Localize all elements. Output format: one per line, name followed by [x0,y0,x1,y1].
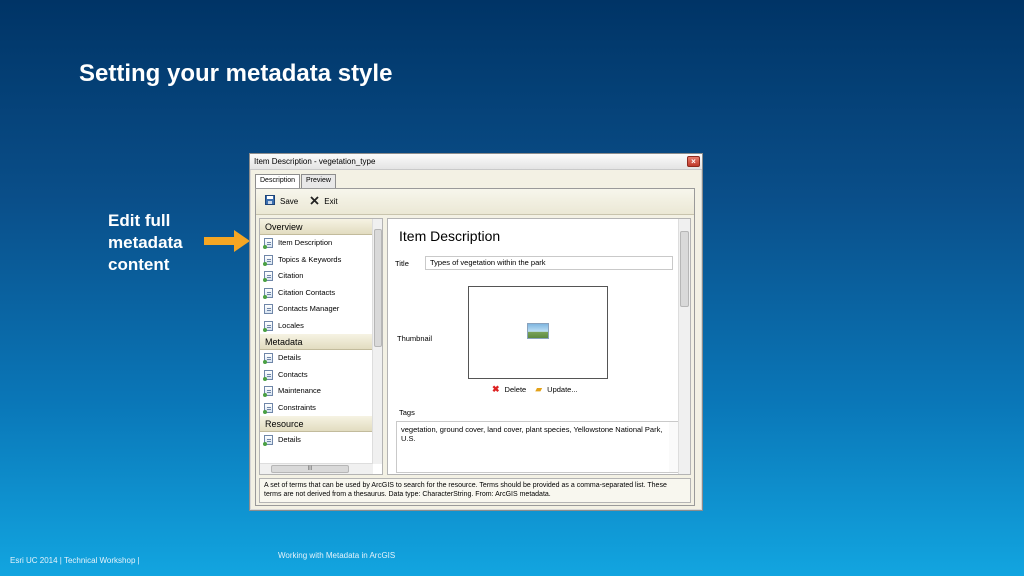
nav-item-contacts[interactable]: Contacts [260,367,373,384]
page-icon [263,271,273,283]
exit-button[interactable]: Exit [310,195,338,208]
page-icon [263,353,273,365]
delete-icon: ✖ [492,384,500,394]
toolbar: Save Exit [256,189,694,215]
nav-item-resource-details[interactable]: Details [260,432,373,449]
nav-item-label: Contacts Manager [278,304,340,314]
nav-item-topics-keywords[interactable]: Topics & Keywords [260,252,373,269]
arrow-right-icon [204,230,250,252]
tab-bar: Description Preview [255,174,337,189]
save-button[interactable]: Save [265,195,298,208]
nav-section-resource[interactable]: Resource [260,416,373,432]
tab-description[interactable]: Description [255,174,301,189]
slide-title: Setting your metadata style [79,60,393,87]
nav-item-label: Item Description [278,238,333,248]
scroll-thumb[interactable] [680,231,689,307]
save-label: Save [280,197,299,206]
content-pane: Item Description Title Types of vegetati… [387,218,691,475]
nav-item-label: Constraints [278,402,316,412]
nav-item-label: Citation Contacts [278,287,336,297]
nav-pane: Overview Item Description Topics & Keywo… [259,218,383,475]
thumbnail-image-icon [527,323,549,339]
scroll-thumb[interactable]: III [271,465,349,473]
close-button[interactable]: × [687,156,700,167]
nav-item-label: Topics & Keywords [278,254,342,264]
nav-item-metadata-details[interactable]: Details [260,350,373,367]
tags-text: vegetation, ground cover, land cover, pl… [401,425,663,443]
nav-item-label: Citation [278,271,304,281]
nav-item-locales[interactable]: Locales [260,318,373,335]
scroll-thumb[interactable] [374,229,382,347]
nav-item-label: Contacts [278,369,308,379]
page-icon [263,254,273,266]
page-icon [263,238,273,250]
window-titlebar: Item Description - vegetation_type × [250,154,702,170]
delete-button[interactable]: ✖ Delete [492,384,526,395]
delete-label: Delete [504,385,527,394]
nav-item-label: Details [278,353,301,363]
nav-item-label: Details [278,435,301,445]
field-description-bar: A set of terms that can be used by ArcGI… [259,478,691,503]
page-icon [263,369,273,381]
title-label: Title [395,259,409,268]
save-icon [265,195,275,208]
tab-preview[interactable]: Preview [301,174,336,188]
page-icon [263,386,273,398]
nav-vertical-scrollbar[interactable] [372,219,382,464]
nav-item-contacts-manager[interactable]: Contacts Manager [260,301,373,318]
thumbnail-label: Thumbnail [397,334,433,343]
thumbnail-frame[interactable] [468,286,608,379]
metadata-editor-window: Item Description - vegetation_type × Des… [249,153,703,511]
exit-label: Exit [324,197,338,206]
update-label: Update... [547,385,578,394]
footer-left: Esri UC 2014 | Technical Workshop | [10,556,140,565]
item-description-heading: Item Description [399,228,501,244]
page-icon [264,304,273,315]
nav-item-citation-contacts[interactable]: Citation Contacts [260,285,373,302]
nav-item-maintenance[interactable]: Maintenance [260,383,373,400]
content-vertical-scrollbar[interactable] [678,219,690,474]
thumbnail-actions: ✖ Delete ▰ Update... [492,384,587,395]
folder-icon: ▰ [535,384,543,394]
update-button[interactable]: ▰ Update... [535,384,577,395]
tab-panel: Save Exit Overview Item Description Topi… [255,188,695,506]
nav-section-overview[interactable]: Overview [260,219,373,235]
exit-x-icon [310,195,319,208]
nav-item-citation[interactable]: Citation [260,268,373,285]
footer-center: Working with Metadata in ArcGIS [278,551,396,560]
page-icon [263,320,273,332]
nav-horizontal-scrollbar[interactable]: III [260,463,373,474]
grip-icon: III [307,466,313,472]
nav-item-label: Maintenance [278,386,321,396]
page-icon [263,402,273,414]
tags-field[interactable]: vegetation, ground cover, land cover, pl… [396,421,680,473]
title-field[interactable]: Types of vegetation within the park [425,256,673,270]
page-icon [263,435,273,447]
tags-label: Tags [399,408,415,417]
nav-item-item-description[interactable]: Item Description [260,235,373,252]
window-title: Item Description - vegetation_type [254,157,376,166]
page-icon [263,287,273,299]
nav-item-constraints[interactable]: Constraints [260,400,373,417]
callout-text: Edit full metadata content [108,211,183,274]
nav-item-label: Locales [278,320,304,330]
nav-section-metadata[interactable]: Metadata [260,334,373,350]
close-icon: × [691,157,696,166]
